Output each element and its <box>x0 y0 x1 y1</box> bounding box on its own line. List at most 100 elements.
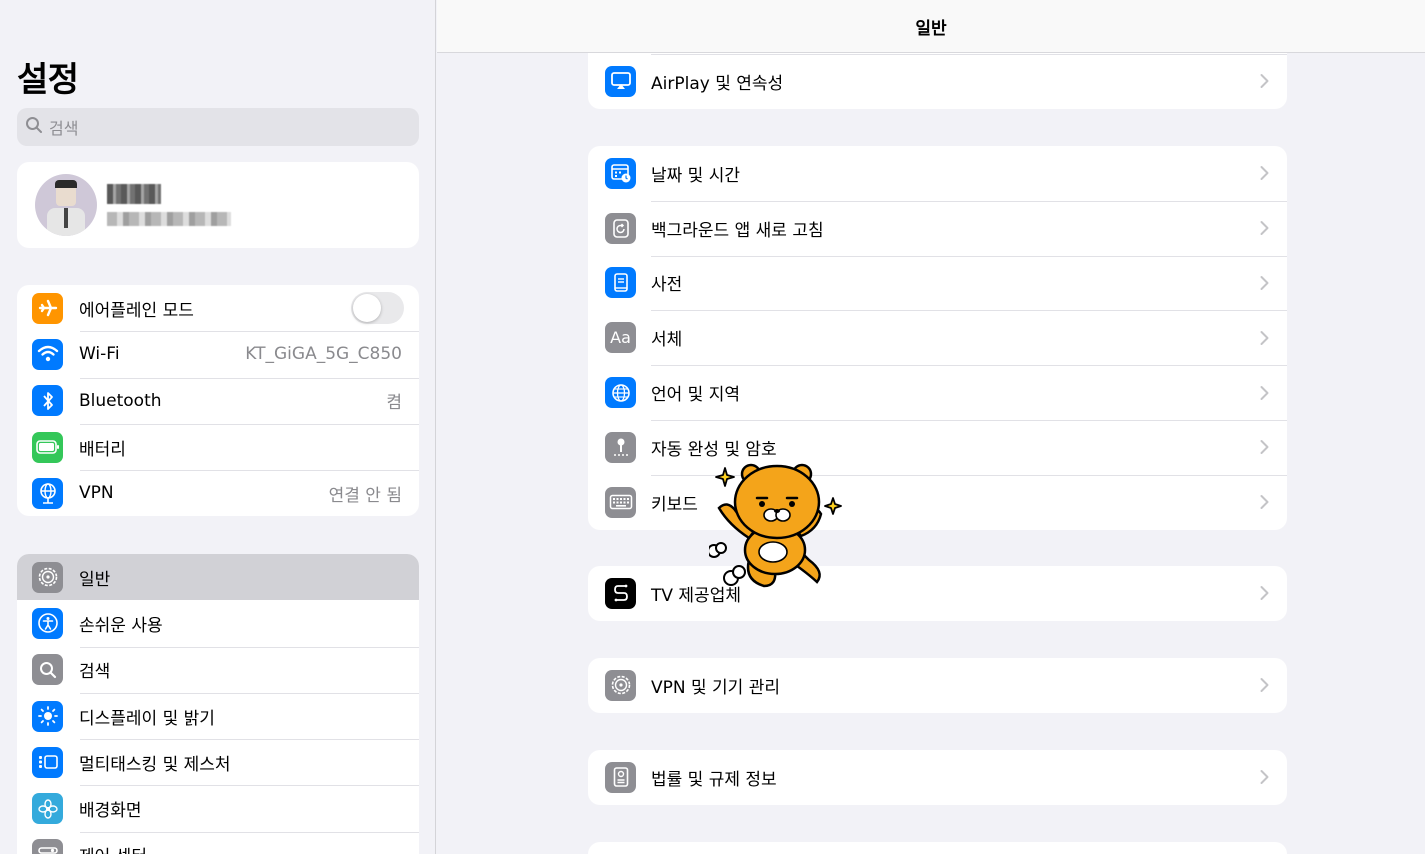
sidebar-item-multitasking[interactable]: 멀티태스킹 및 제스처 <box>17 739 419 785</box>
row-label: 백그라운드 앱 새로 고침 <box>651 220 824 241</box>
row-autofill-passwords[interactable]: 자동 완성 및 암호 <box>588 419 1287 475</box>
sidebar-item-label: VPN <box>79 483 114 504</box>
flower-icon <box>32 793 63 825</box>
settings-group-tv: TV 제공업체 <box>588 566 1287 621</box>
control-center-icon <box>32 839 63 854</box>
sidebar-item-control-center[interactable]: 제어 센터 <box>17 831 419 854</box>
bluetooth-icon <box>32 385 63 417</box>
settings-group-legal: 법률 및 규제 정보 <box>588 750 1287 805</box>
row-dictionary[interactable]: 사전 <box>588 255 1287 311</box>
row-label: 자동 완성 및 암호 <box>651 439 777 460</box>
row-fonts[interactable]: Aa 서체 <box>588 310 1287 365</box>
apple-account-card[interactable] <box>17 162 419 248</box>
sidebar-item-search[interactable]: 검색 <box>17 646 419 693</box>
sidebar-item-label: Bluetooth <box>79 390 162 411</box>
sidebar-item-label: Wi-Fi <box>79 344 120 365</box>
sidebar-item-display[interactable]: 디스플레이 및 밝기 <box>17 692 419 739</box>
search-input[interactable]: 검색 <box>17 108 419 146</box>
legal-icon <box>605 761 636 793</box>
wifi-network-value: KT_GiGA_5G_C850 <box>245 344 402 365</box>
system-group: 일반 손쉬운 사용 검색 디스플레이 및 밝기 멀티태스킹 및 제스처 배경화면 <box>17 554 419 854</box>
chevron-right-icon <box>1260 221 1269 236</box>
battery-icon <box>32 431 63 463</box>
chevron-right-icon <box>1260 770 1269 785</box>
chevron-right-icon <box>1260 330 1269 345</box>
accessibility-icon <box>32 607 63 639</box>
globe-vpn-icon <box>32 477 63 509</box>
sidebar-item-label: 배터리 <box>79 439 126 460</box>
book-icon <box>605 267 636 299</box>
sidebar-item-label: 손쉬운 사용 <box>79 615 163 636</box>
row-label: VPN 및 기기 관리 <box>651 677 781 698</box>
row-label: AirPlay 및 연속성 <box>651 73 784 94</box>
sidebar-item-wifi[interactable]: Wi-Fi KT_GiGA_5G_C850 <box>17 331 419 377</box>
airplay-icon <box>605 65 636 97</box>
settings-group-vpn: VPN 및 기기 관리 <box>588 658 1287 713</box>
row-label: 언어 및 지역 <box>651 385 741 406</box>
sidebar-item-label: 에어플레인 모드 <box>79 300 194 321</box>
sidebar-item-battery[interactable]: 배터리 <box>17 423 419 470</box>
keyboard-icon <box>605 486 636 518</box>
chevron-right-icon <box>1260 440 1269 455</box>
search-icon <box>32 654 63 686</box>
page-title: 일반 <box>915 18 947 39</box>
row-label: 법률 및 규제 정보 <box>651 769 777 790</box>
calendar-clock-icon <box>605 157 636 189</box>
wifi-icon <box>32 338 63 370</box>
sidebar-item-label: 배경화면 <box>79 801 142 822</box>
chevron-right-icon <box>1260 74 1269 89</box>
vpn-status-value: 연결 안 됨 <box>328 485 402 506</box>
sidebar: 설정 검색 에어플레인 모드 Wi-Fi KT_GiGA_5G_C850 Blu… <box>0 0 436 854</box>
sidebar-title: 설정 <box>17 60 79 100</box>
chevron-right-icon <box>1260 495 1269 510</box>
row-keyboard[interactable]: 키보드 <box>588 474 1287 530</box>
globe-icon <box>605 377 636 409</box>
search-placeholder: 검색 <box>49 119 79 138</box>
refresh-icon <box>605 212 636 244</box>
row-vpn-device-management[interactable]: VPN 및 기기 관리 <box>588 658 1287 713</box>
sidebar-item-wallpaper[interactable]: 배경화면 <box>17 785 419 831</box>
connectivity-group: 에어플레인 모드 Wi-Fi KT_GiGA_5G_C850 Bluetooth… <box>17 285 419 517</box>
sidebar-item-label: 멀티태스킹 및 제스처 <box>79 754 231 775</box>
row-tv-provider[interactable]: TV 제공업체 <box>588 566 1287 621</box>
chevron-right-icon <box>1260 385 1269 400</box>
avatar <box>35 174 97 236</box>
gear-icon <box>605 669 636 701</box>
gear-icon <box>32 561 63 593</box>
sidebar-item-label: 디스플레이 및 밝기 <box>79 708 215 729</box>
row-label: 키보드 <box>651 494 698 515</box>
account-name-redacted <box>107 184 161 204</box>
sidebar-item-bluetooth[interactable]: Bluetooth 켬 <box>17 377 419 424</box>
row-legal-regulatory[interactable]: 법률 및 규제 정보 <box>588 750 1287 805</box>
sidebar-item-accessibility[interactable]: 손쉬운 사용 <box>17 600 419 646</box>
row-airplay-continuity[interactable]: AirPlay 및 연속성 <box>588 54 1287 109</box>
multitasking-icon <box>32 746 63 778</box>
chevron-right-icon <box>1260 586 1269 601</box>
account-subtitle-redacted <box>107 212 231 226</box>
airplane-mode-toggle[interactable] <box>351 292 404 325</box>
row-label: 서체 <box>651 330 683 351</box>
sidebar-item-label: 일반 <box>79 569 111 590</box>
row-label: 날짜 및 시간 <box>651 165 741 186</box>
row-date-time[interactable]: 날짜 및 시간 <box>588 146 1287 201</box>
sidebar-item-vpn[interactable]: VPN 연결 안 됨 <box>17 470 419 516</box>
chevron-right-icon <box>1260 166 1269 181</box>
row-language-region[interactable]: 언어 및 지역 <box>588 365 1287 420</box>
sidebar-item-general[interactable]: 일반 <box>17 554 419 601</box>
chevron-right-icon <box>1260 678 1269 693</box>
settings-group-system: 날짜 및 시간 백그라운드 앱 새로 고침 사전 Aa 서체 언어 및 지역 자… <box>588 146 1287 530</box>
settings-group-partial <box>588 842 1287 854</box>
search-icon <box>25 116 49 138</box>
ryan-sticker-icon <box>709 463 842 588</box>
row-background-app-refresh[interactable]: 백그라운드 앱 새로 고침 <box>588 200 1287 256</box>
sidebar-item-label: 검색 <box>79 662 111 683</box>
navigation-bar: 일반 <box>437 0 1425 53</box>
general-settings-pane: 일반 AirPlay 및 연속성 날짜 및 시간 백그라운드 앱 새로 고침 사… <box>437 0 1425 854</box>
sun-icon <box>32 700 63 732</box>
tv-provider-icon <box>605 577 636 609</box>
chevron-right-icon <box>1260 275 1269 290</box>
sidebar-item-label: 제어 센터 <box>79 842 147 854</box>
sidebar-item-airplane-mode[interactable]: 에어플레인 모드 <box>17 285 419 331</box>
row-label: 사전 <box>651 275 683 296</box>
bluetooth-status-value: 켬 <box>386 393 402 414</box>
